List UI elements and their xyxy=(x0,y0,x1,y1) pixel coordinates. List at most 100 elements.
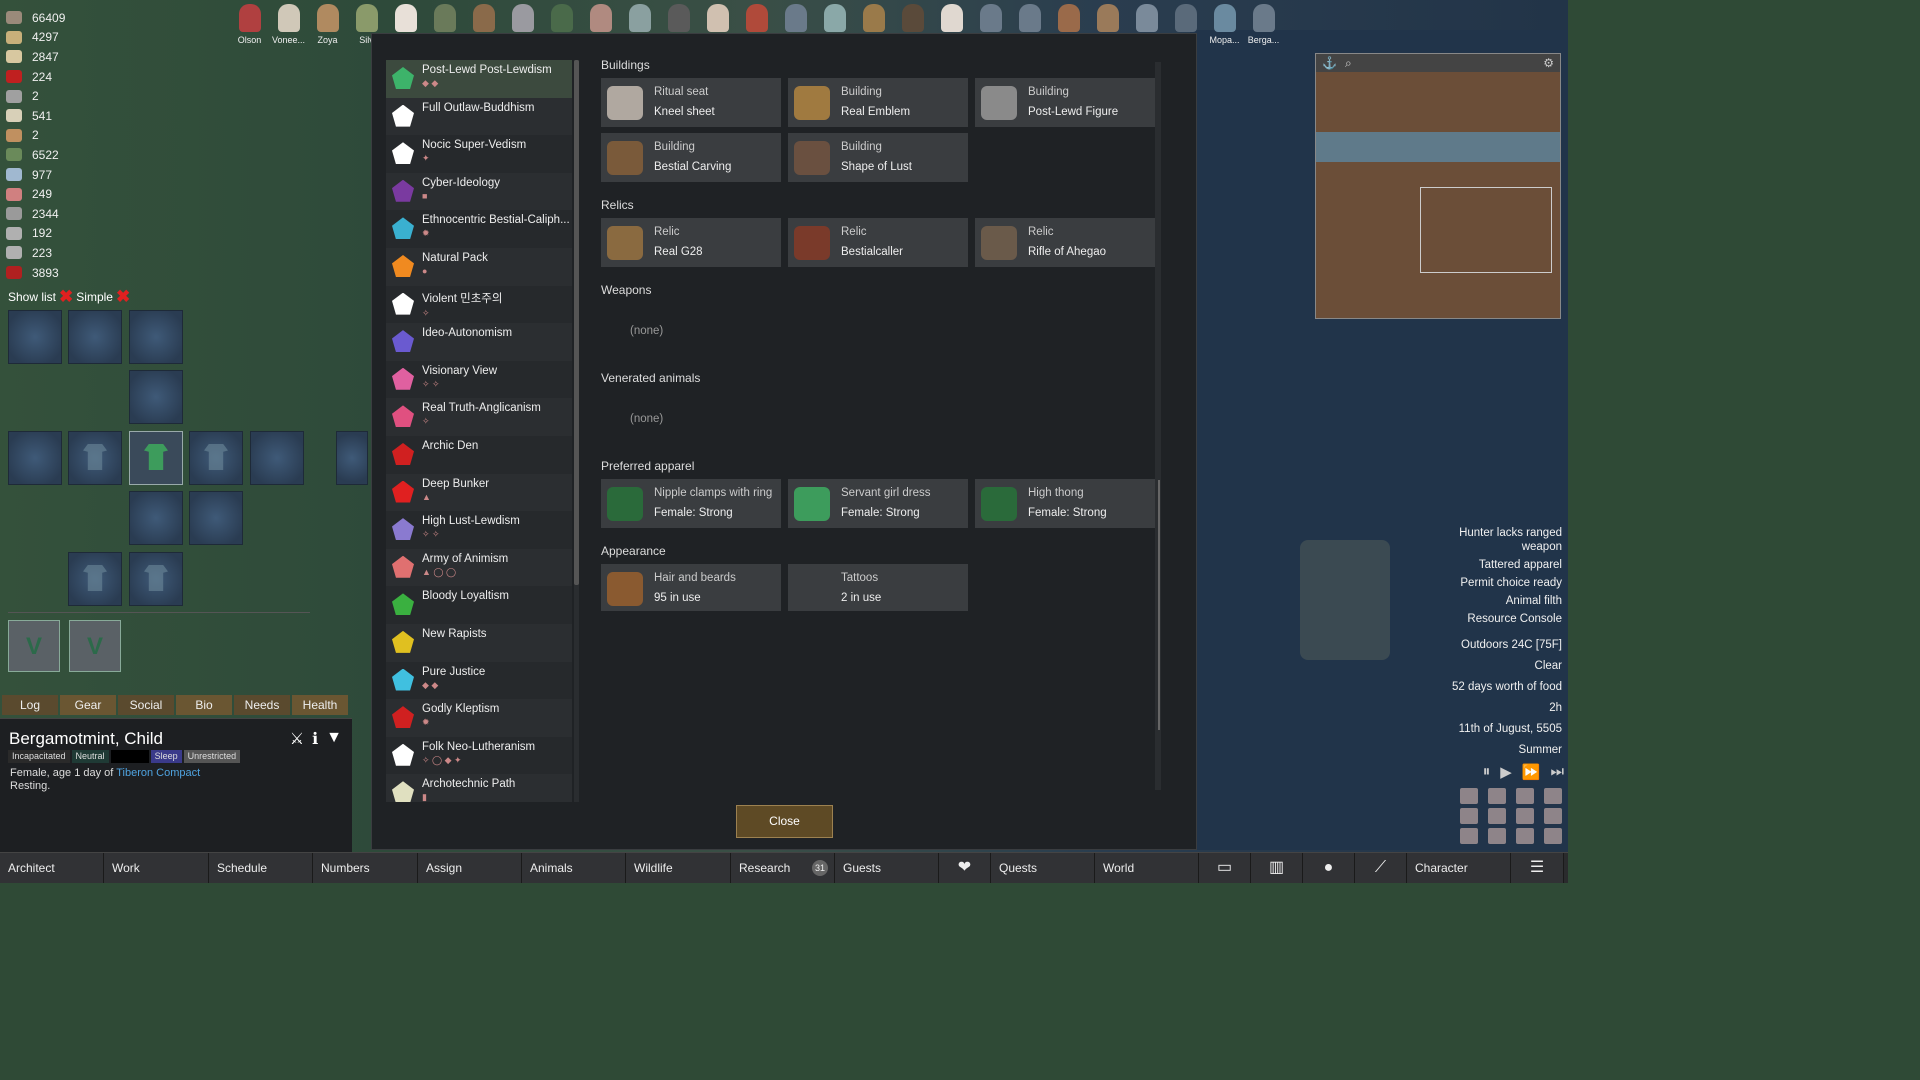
ideoligion-item[interactable]: Army of Animism ▲ ◯ ◯ xyxy=(386,548,572,587)
item-slot-nipple-clamps[interactable]: V xyxy=(8,620,60,672)
gear-slot-legs-left[interactable] xyxy=(68,552,122,606)
pawn-badge[interactable]: Sleep xyxy=(150,750,182,763)
gear-slot-waist[interactable] xyxy=(129,491,183,545)
tab-quests[interactable]: Quests xyxy=(991,853,1095,883)
draft-icon[interactable]: ⚔ xyxy=(290,729,304,749)
gear-slot-head[interactable] xyxy=(8,310,62,364)
tab-bio[interactable]: Bio xyxy=(176,695,232,715)
tab-assign[interactable]: Assign xyxy=(418,853,522,883)
resource-row[interactable]: 249 xyxy=(6,184,106,204)
resource-row[interactable]: 977 xyxy=(6,165,106,185)
ideoligion-item[interactable]: Archotechnic Path ▮ xyxy=(386,774,572,802)
anchor-icon[interactable]: ⚓ xyxy=(1322,56,1337,70)
colonist-portrait[interactable]: Berga... xyxy=(1244,4,1283,52)
ideoligion-item[interactable]: Nocic Super-Vedism ✦ xyxy=(386,135,572,173)
list-icon[interactable] xyxy=(1544,828,1562,844)
buildings-card[interactable]: Ritual seat Kneel sheet xyxy=(601,78,781,127)
expand-icon[interactable] xyxy=(1544,788,1562,804)
tab-architect[interactable]: Architect xyxy=(0,853,104,883)
minimap[interactable]: ⚓ ⌕ ⚙ xyxy=(1315,53,1561,319)
show-list-x-icon[interactable]: ✖ xyxy=(59,288,73,305)
apparel-card[interactable]: Servant girl dress Female: Strong xyxy=(788,479,968,528)
faction-link[interactable]: Tiberon Compact xyxy=(116,767,200,779)
ideoligion-item[interactable]: Real Truth-Anglicanism ✧ xyxy=(386,398,572,436)
alert-item[interactable]: Hunter lacks ranged weapon xyxy=(1422,526,1562,554)
tab-needs[interactable]: Needs xyxy=(234,695,290,715)
ideoligion-item[interactable]: Violent 민초주의 ✧ xyxy=(386,285,572,324)
ideoligion-item[interactable]: Folk Neo-Lutheranism ✧ ◯ ◆ ✦ xyxy=(386,736,572,775)
gear-slot-belt[interactable] xyxy=(189,491,243,545)
tab-schedule[interactable]: Schedule xyxy=(209,853,313,883)
ideoligion-item[interactable]: Full Outlaw-Buddhism xyxy=(386,97,572,136)
search-icon[interactable]: ⌕ xyxy=(1345,56,1352,71)
ideoligion-item[interactable]: Deep Bunker ▲ xyxy=(386,473,572,512)
lightbulb-icon[interactable]: ● xyxy=(1303,853,1355,883)
pawn-badge[interactable]: Unrestricted xyxy=(183,750,241,763)
gear-slot-right-hand[interactable] xyxy=(250,431,304,485)
factory-icon[interactable]: ▥ xyxy=(1251,853,1303,883)
ideoligion-item[interactable]: Visionary View ✧ ✧ xyxy=(386,360,572,399)
relics-card[interactable]: Relic Real G28 xyxy=(601,218,781,267)
tab-numbers[interactable]: Numbers xyxy=(313,853,418,883)
buildings-card[interactable]: Building Shape of Lust xyxy=(788,133,968,182)
resource-row[interactable]: 2847 xyxy=(6,47,106,67)
pawn-badge[interactable] xyxy=(110,750,149,763)
wall-icon[interactable] xyxy=(1516,828,1534,844)
close-button[interactable]: Close xyxy=(736,805,833,838)
play-icon[interactable]: ▶ xyxy=(1500,763,1512,781)
ideoligion-item[interactable]: Archic Den xyxy=(386,435,572,474)
colonist-portrait[interactable]: Vonee... xyxy=(269,4,308,52)
show-list-label[interactable]: Show list xyxy=(8,290,56,304)
info-icon[interactable]: ℹ xyxy=(312,729,318,749)
gear-icon[interactable]: ⚙ xyxy=(1543,56,1554,70)
tab-character[interactable]: Character xyxy=(1407,853,1511,883)
pawn-badge[interactable]: Neutral xyxy=(71,750,109,763)
resource-row[interactable]: 6522 xyxy=(6,145,106,165)
appearance-card[interactable]: Tattoos 2 in use xyxy=(788,564,968,611)
grid-icon[interactable] xyxy=(1460,828,1478,844)
ideoligion-item[interactable]: Pure Justice ◆ ◆ xyxy=(386,661,572,700)
resource-row[interactable]: 224 xyxy=(6,67,106,87)
resource-row[interactable]: 66409 xyxy=(6,8,106,28)
apparel-card[interactable]: Nipple clamps with ring Female: Strong xyxy=(601,479,781,528)
tab-animals[interactable]: Animals xyxy=(522,853,626,883)
ideoligion-item[interactable]: Post-Lewd Post-Lewdism ◆ ◆ xyxy=(386,60,572,98)
heart-icon[interactable]: ❤ xyxy=(939,853,991,883)
alert-item[interactable]: Animal filth xyxy=(1422,594,1562,608)
brush-icon[interactable]: ⟋ xyxy=(1355,853,1407,883)
ideo-list-scrollbar[interactable] xyxy=(574,60,579,585)
gear-slot-shell[interactable] xyxy=(68,431,122,485)
pause-icon[interactable]: ⏸ xyxy=(1483,763,1491,781)
gear-slot-extra[interactable] xyxy=(336,431,368,485)
alert-item[interactable]: Tattered apparel xyxy=(1422,558,1562,572)
apparel-card[interactable]: High thong Female: Strong xyxy=(975,479,1155,528)
ideoligion-item[interactable]: High Lust-Lewdism ✧ ✧ xyxy=(386,511,572,549)
alert-item[interactable]: Resource Console xyxy=(1422,612,1562,626)
minimap-viewport-frame[interactable] xyxy=(1420,187,1552,273)
resource-row[interactable]: 223 xyxy=(6,243,106,263)
tab-work[interactable]: Work xyxy=(104,853,209,883)
chart-icon[interactable] xyxy=(1488,828,1506,844)
gear-slot-neck[interactable] xyxy=(129,370,183,424)
tab-log[interactable]: Log xyxy=(2,695,58,715)
tab-wildlife[interactable]: Wildlife xyxy=(626,853,731,883)
colonist-portrait[interactable]: Mopa... xyxy=(1205,4,1244,52)
buildings-card[interactable]: Building Post-Lewd Figure xyxy=(975,78,1155,127)
buildings-card[interactable]: Building Real Emblem xyxy=(788,78,968,127)
relics-card[interactable]: Relic Rifle of Ahegao xyxy=(975,218,1155,267)
stats-icon[interactable] xyxy=(1516,808,1534,824)
resource-row[interactable]: 2344 xyxy=(6,204,106,224)
detail-scrollbar[interactable] xyxy=(1158,480,1160,730)
ideoligion-item[interactable]: Natural Pack ● xyxy=(386,247,572,286)
ideoligion-item[interactable]: Godly Kleptism ✹ xyxy=(386,699,572,737)
menu-icon[interactable]: ☰ xyxy=(1511,853,1564,883)
colonist-portrait[interactable]: Olson xyxy=(230,4,269,52)
resource-row[interactable]: 2 xyxy=(6,86,106,106)
ideoligion-list[interactable]: Post-Lewd Post-Lewdism ◆ ◆ Full Outlaw-Bud… xyxy=(386,60,572,802)
sun-lamp-icon[interactable] xyxy=(1516,788,1534,804)
fast-forward-icon[interactable]: ⏩ xyxy=(1522,763,1541,781)
beauty-icon[interactable] xyxy=(1544,808,1562,824)
item-slot-thong[interactable]: V xyxy=(69,620,121,672)
tab-health[interactable]: Health xyxy=(292,695,348,715)
gear-slot-left-hand[interactable] xyxy=(8,431,62,485)
